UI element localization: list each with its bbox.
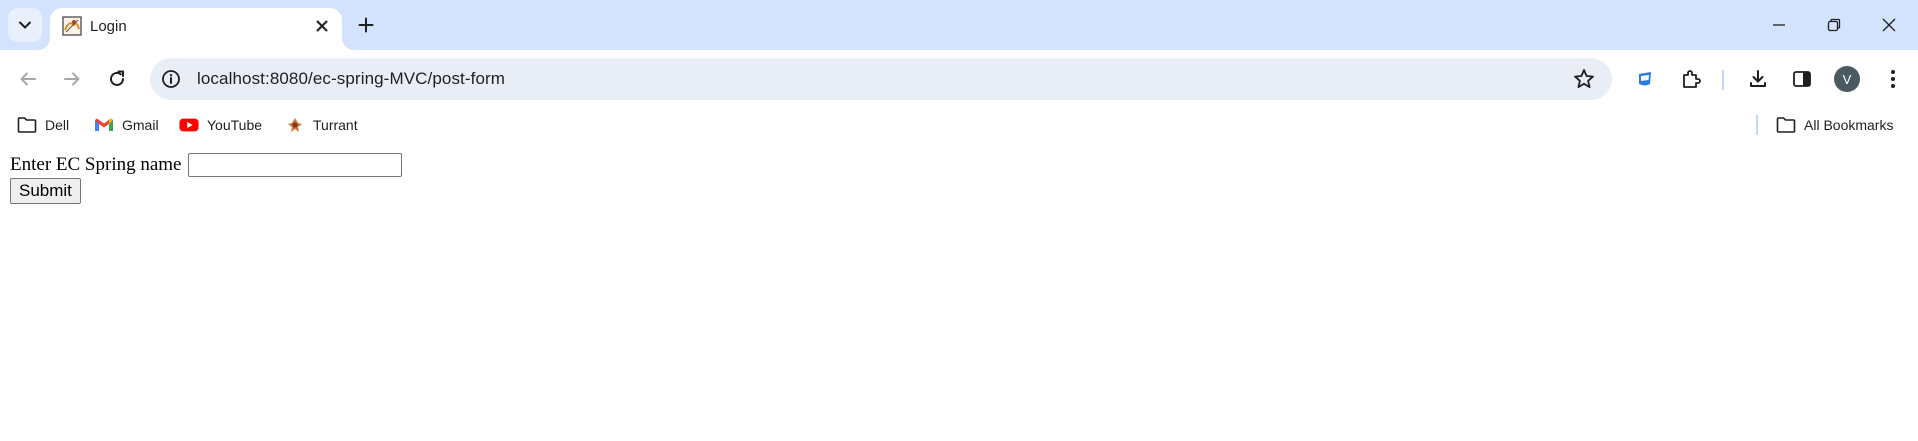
back-button[interactable]: [12, 63, 44, 95]
extensions-button[interactable]: [1675, 63, 1707, 95]
url-text[interactable]: localhost:8080/ec-spring-MVC/post-form: [197, 69, 505, 89]
name-label: Enter EC Spring name: [10, 154, 182, 175]
all-bookmarks-label: All Bookmarks: [1804, 117, 1894, 133]
tab-title: Login: [90, 18, 127, 35]
more-vertical-icon: [1891, 70, 1895, 88]
reload-icon: [110, 70, 124, 86]
bookmarks-bar: Dell Gmail YouTube Turrant All Bookmarks: [0, 108, 1918, 142]
bookmark-turrant[interactable]: Turrant: [285, 114, 358, 136]
minimize-icon: [1773, 24, 1785, 26]
tab-login[interactable]: Login: [50, 8, 342, 50]
new-tab-button[interactable]: [352, 11, 380, 39]
plus-icon: [358, 17, 374, 33]
post-form: Enter EC Spring name Submit: [10, 142, 1908, 204]
page-content: Enter EC Spring name Submit: [0, 142, 1918, 441]
toolbar: localhost:8080/ec-spring-MVC/post-form V: [0, 50, 1918, 108]
site-info-button[interactable]: [158, 66, 184, 92]
close-window-button[interactable]: [1862, 0, 1916, 50]
info-icon: [162, 70, 180, 88]
menu-button[interactable]: [1877, 63, 1909, 95]
name-input[interactable]: [187, 153, 402, 177]
folder-icon: [1776, 115, 1796, 135]
all-bookmarks-button[interactable]: All Bookmarks: [1776, 114, 1893, 136]
gmail-icon: [94, 115, 114, 135]
bookmark-dell[interactable]: Dell: [17, 114, 69, 136]
youtube-icon: [179, 115, 199, 135]
browser-window: Login localhost:8080/ec-spring-MVC/post-…: [0, 0, 1918, 142]
downloads-button[interactable]: [1742, 63, 1774, 95]
address-bar[interactable]: localhost:8080/ec-spring-MVC/post-form: [150, 58, 1612, 100]
close-icon: [1882, 18, 1896, 32]
bookmark-gmail[interactable]: Gmail: [94, 114, 159, 136]
profile-avatar[interactable]: V: [1834, 66, 1860, 92]
tab-search-button[interactable]: [8, 8, 42, 42]
tab-strip: Login: [0, 0, 1918, 50]
arrow-right-icon: [64, 72, 80, 86]
side-panel-icon: [1793, 71, 1811, 87]
bookmark-label: Turrant: [313, 117, 358, 133]
bookmark-label: YouTube: [207, 117, 263, 133]
minimize-button[interactable]: [1752, 0, 1806, 50]
forward-button[interactable]: [56, 63, 88, 95]
bookmark-youtube[interactable]: YouTube: [179, 114, 262, 136]
submit-button[interactable]: Submit: [10, 178, 81, 204]
puzzle-icon: [1683, 70, 1701, 88]
bookmark-label: Gmail: [122, 117, 159, 133]
form-row: Enter EC Spring name: [10, 142, 1908, 177]
favicon-icon: [62, 16, 82, 36]
toolbar-separator: [1722, 70, 1724, 90]
bookmark-label: Dell: [45, 117, 70, 133]
arrow-left-icon: [20, 72, 36, 86]
close-icon: [316, 20, 328, 32]
turrant-icon: [285, 115, 305, 135]
folder-icon: [17, 115, 37, 135]
reload-button[interactable]: [101, 63, 133, 95]
extension-button[interactable]: [1630, 63, 1662, 95]
bookmarks-separator: [1756, 115, 1758, 135]
side-panel-button[interactable]: [1786, 63, 1818, 95]
star-icon: [1574, 69, 1594, 88]
download-icon: [1750, 70, 1766, 87]
restore-icon: [1827, 18, 1841, 32]
restore-button[interactable]: [1807, 0, 1861, 50]
chevron-down-icon: [19, 21, 31, 29]
extension-logo-icon: [1639, 72, 1651, 86]
bookmark-star-button[interactable]: [1572, 67, 1596, 91]
tab-close-button[interactable]: [310, 14, 334, 38]
